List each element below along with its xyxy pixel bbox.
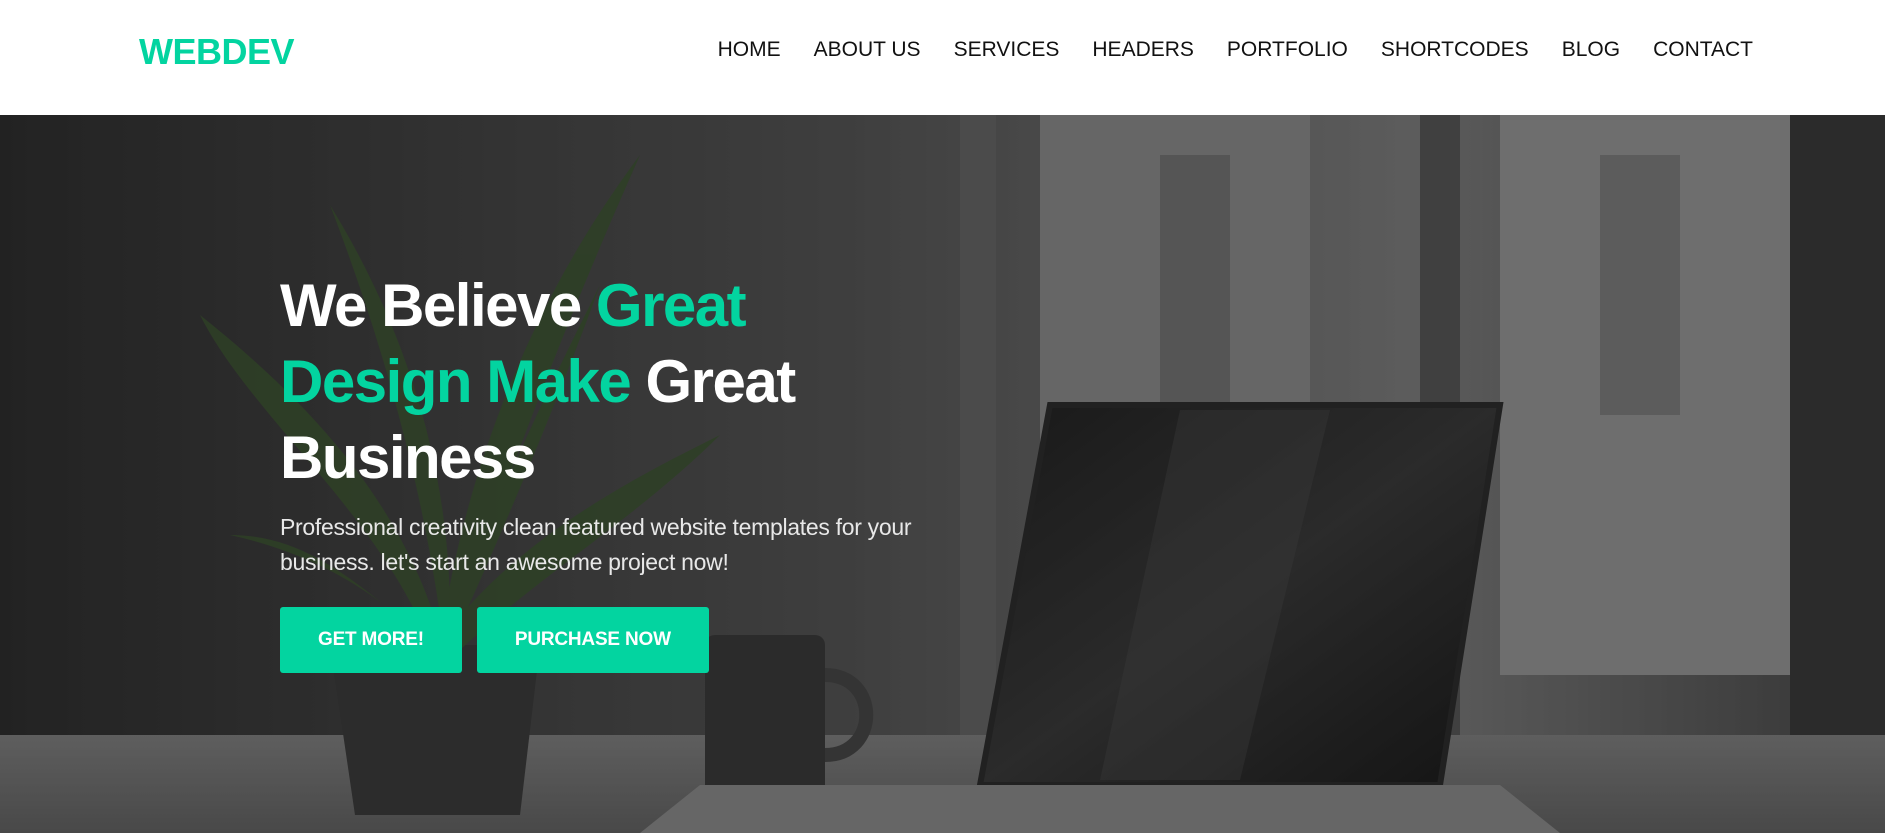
- headline-part-4: Great: [630, 348, 796, 415]
- headline-accent-1: Great: [595, 272, 747, 339]
- hero-buttons: GET MORE! PURCHASE NOW: [280, 607, 1000, 673]
- hero-subtitle: Professional creativity clean featured w…: [280, 514, 912, 575]
- headline-accent-2: Design Make: [280, 348, 632, 415]
- headline-part-1: We Believe: [280, 272, 596, 339]
- hero-section: We Believe Great Design Make Great Busines…: [0, 115, 1885, 833]
- hero-headline: We Believe Great Design Make Great Busines…: [280, 268, 1000, 496]
- purchase-now-button[interactable]: PURCHASE NOW: [476, 607, 709, 673]
- get-more-button[interactable]: GET MORE!: [280, 607, 462, 673]
- nav-item-home[interactable]: HOME: [718, 38, 781, 62]
- hero-content: We Believe Great Design Make Great Busines…: [280, 268, 1000, 673]
- nav-item-services[interactable]: SERVICES: [954, 38, 1060, 62]
- nav-item-blog[interactable]: BLOG: [1562, 38, 1620, 62]
- site-header: WEBDEV HOME ABOUT US SERVICES HEADERS PO…: [0, 0, 1885, 115]
- nav-item-headers[interactable]: HEADERS: [1092, 38, 1194, 62]
- nav-item-about-us[interactable]: ABOUT US: [814, 38, 921, 62]
- brand-logo[interactable]: WEBDEV: [139, 31, 295, 73]
- nav-item-contact[interactable]: CONTACT: [1653, 38, 1753, 62]
- nav-item-portfolio[interactable]: PORTFOLIO: [1227, 38, 1348, 62]
- main-nav: HOME ABOUT US SERVICES HEADERS PORTFOLIO…: [718, 38, 1753, 62]
- headline-part-5: Business: [280, 424, 536, 491]
- nav-item-shortcodes[interactable]: SHORTCODES: [1381, 38, 1529, 62]
